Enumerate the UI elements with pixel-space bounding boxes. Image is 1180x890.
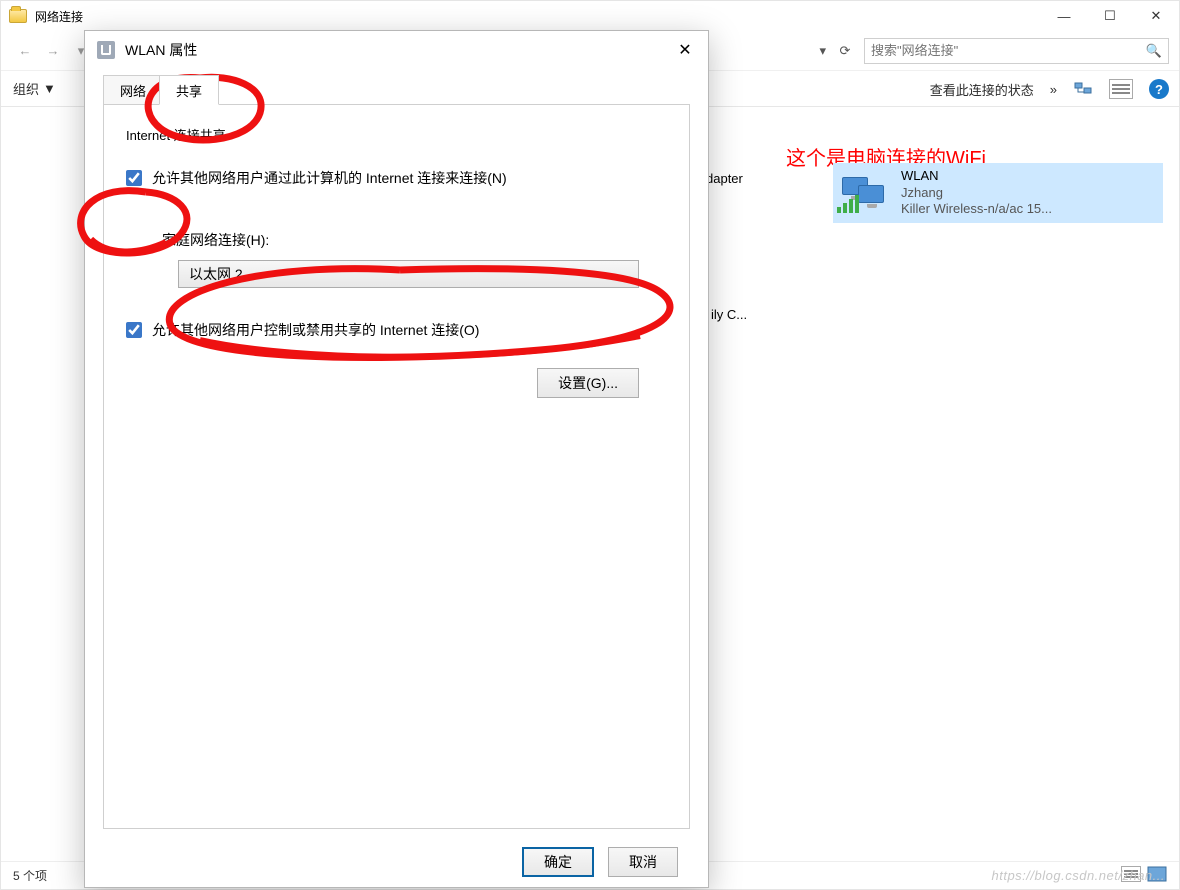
tab-panel-sharing: Internet 连接共享 允许其他网络用户通过此计算机的 Internet 连… <box>103 105 690 829</box>
search-input[interactable] <box>871 43 1146 58</box>
dialog-close-button[interactable]: ✕ <box>670 35 700 65</box>
wifi-adapter-icon <box>837 167 891 211</box>
folder-icon <box>9 9 27 23</box>
checkbox-allow-control-input[interactable] <box>126 322 142 338</box>
text-fragment-adapter: dapter <box>706 171 743 186</box>
refresh-button[interactable]: ⟳ <box>832 38 858 64</box>
combo-value: 以太网 2 <box>189 264 243 284</box>
signal-bars-icon <box>837 195 859 213</box>
chevron-down-icon: ⌄ <box>616 266 628 283</box>
forward-button[interactable]: → <box>39 37 67 65</box>
search-box[interactable]: 🔍 <box>864 38 1169 64</box>
home-network-combo[interactable]: 以太网 2 ⌄ <box>178 260 639 288</box>
connection-nic: Killer Wireless-n/a/ac 15... <box>901 201 1052 218</box>
window-controls: — ☐ ✕ <box>1041 1 1179 31</box>
dialog-footer: 确定 取消 <box>85 837 708 887</box>
watermark-text: https://blog.csdn.net/zhan... <box>992 868 1166 883</box>
checkbox-allow-share-input[interactable] <box>126 170 142 186</box>
help-button[interactable]: ? <box>1149 79 1169 99</box>
window-title: 网络连接 <box>35 8 83 25</box>
tab-strip: 网络 共享 <box>103 73 690 105</box>
wlan-properties-dialog: WLAN 属性 ✕ 网络 共享 Internet 连接共享 允许其他网络用户通过… <box>84 30 709 888</box>
connection-item-wlan[interactable]: WLAN Jzhang Killer Wireless-n/a/ac 15... <box>833 163 1163 223</box>
checkbox-allow-share-label: 允许其他网络用户通过此计算机的 Internet 连接来连接(N) <box>152 168 507 188</box>
text-fragment-ilyc: ily C... <box>711 307 747 322</box>
organize-menu[interactable]: 组织▼ <box>13 79 56 98</box>
home-network-label: 家庭网络连接(H): <box>162 230 667 250</box>
checkbox-allow-share[interactable]: 允许其他网络用户通过此计算机的 Internet 连接来连接(N) <box>126 168 667 188</box>
minimize-button[interactable]: — <box>1041 1 1087 31</box>
connection-ssid: Jzhang <box>901 185 1052 202</box>
view-layout-button[interactable] <box>1109 79 1133 99</box>
connection-name: WLAN <box>901 168 1052 185</box>
dialog-title: WLAN 属性 <box>125 40 197 60</box>
tab-network[interactable]: 网络 <box>103 75 163 105</box>
checkbox-allow-control-label: 允许其他网络用户控制或禁用共享的 Internet 连接(O) <box>152 320 479 340</box>
status-text: 5 个项 <box>13 867 47 884</box>
settings-button[interactable]: 设置(G)... <box>537 368 639 398</box>
maximize-button[interactable]: ☐ <box>1087 1 1133 31</box>
explorer-titlebar[interactable]: 网络连接 — ☐ ✕ <box>1 1 1179 31</box>
chevron-down-icon[interactable]: ▾ <box>819 43 826 59</box>
cancel-button[interactable]: 取消 <box>608 847 678 877</box>
checkbox-allow-control[interactable]: 允许其他网络用户控制或禁用共享的 Internet 连接(O) <box>126 320 667 340</box>
group-title: Internet 连接共享 <box>126 125 667 144</box>
back-button[interactable]: ← <box>11 37 39 65</box>
close-button[interactable]: ✕ <box>1133 1 1179 31</box>
toolbar-icon-1[interactable] <box>1073 79 1093 99</box>
toolbar-label-view-status[interactable]: 查看此连接的状态 <box>930 80 1034 99</box>
dialog-titlebar[interactable]: WLAN 属性 ✕ <box>85 31 708 69</box>
tab-sharing[interactable]: 共享 <box>159 75 219 105</box>
adapter-icon <box>97 41 115 59</box>
ok-button[interactable]: 确定 <box>522 847 594 877</box>
search-icon[interactable]: 🔍 <box>1146 43 1162 59</box>
toolbar-more[interactable]: » <box>1050 82 1057 97</box>
